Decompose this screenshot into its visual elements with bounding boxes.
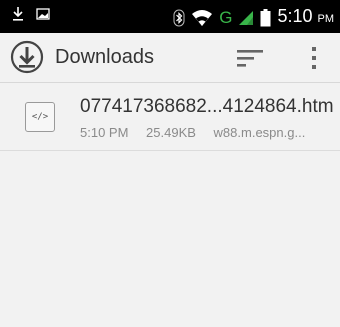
status-ampm: PM	[317, 13, 335, 25]
html-file-icon: </>	[25, 102, 55, 132]
action-bar: Downloads	[0, 33, 340, 83]
status-clock: 5:10 PM	[277, 5, 334, 30]
more-vertical-icon	[312, 47, 316, 69]
network-type-icon: G	[219, 7, 233, 27]
page-title: Downloads	[55, 46, 154, 68]
overflow-menu-button[interactable]	[296, 39, 332, 77]
file-name: 077417368682...4124864.htm	[80, 96, 334, 117]
downloads-app-icon[interactable]	[10, 40, 44, 74]
download-item[interactable]: </> 077417368682...4124864.htm 5:10 PM 2…	[0, 83, 340, 151]
download-notification-icon	[12, 6, 24, 22]
file-size: 25.49KB	[146, 125, 196, 140]
status-bar: G 5:10 PM	[0, 0, 340, 33]
download-source: w88.m.espn.g...	[213, 125, 306, 140]
sort-button[interactable]	[230, 39, 270, 77]
image-notification-icon	[36, 8, 50, 20]
sort-icon	[237, 50, 263, 67]
wifi-icon	[191, 9, 213, 27]
download-list: </> 077417368682...4124864.htm 5:10 PM 2…	[0, 83, 340, 151]
download-meta: 5:10 PM 25.49KB w88.m.espn.g...	[80, 125, 319, 140]
battery-icon	[260, 8, 271, 27]
download-time: 5:10 PM	[80, 125, 129, 140]
cell-signal-icon	[238, 10, 254, 26]
bluetooth-icon	[173, 9, 185, 27]
status-time: 5:10	[277, 6, 313, 26]
